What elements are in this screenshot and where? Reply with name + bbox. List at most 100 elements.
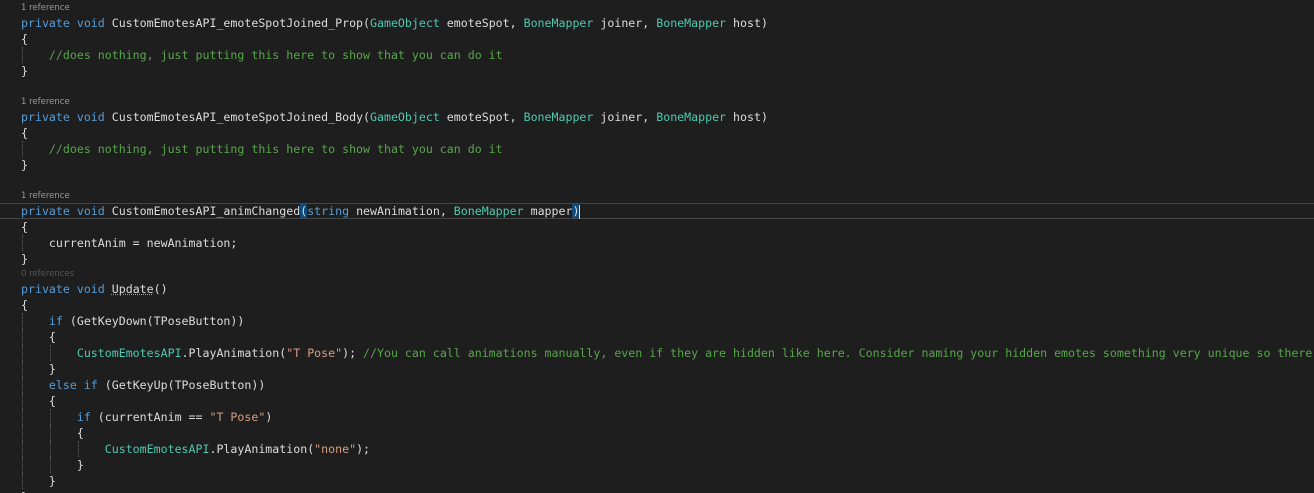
code-line[interactable]: private void CustomEmotesAPI_emoteSpotJo… — [0, 109, 1314, 125]
code-text: emoteSpot, — [439, 16, 524, 30]
indent-guide — [50, 457, 51, 473]
code-text: () — [153, 282, 168, 296]
indent-guide — [22, 457, 23, 473]
indent-guide — [22, 141, 23, 157]
codelens-references[interactable]: 1 reference — [0, 189, 1314, 203]
type-name: BoneMapper — [523, 16, 594, 30]
code-text: } — [21, 158, 28, 172]
code-text: ); — [342, 346, 364, 360]
code-text: host) — [726, 110, 768, 124]
type-name: CustomEmotesAPI — [76, 346, 182, 360]
indent-guide — [22, 377, 23, 393]
code-line[interactable] — [0, 173, 1314, 189]
code-line[interactable] — [0, 79, 1314, 95]
indent-guide — [78, 441, 79, 457]
indent-guide — [22, 47, 23, 63]
indent-guide — [22, 235, 23, 251]
indent-guide — [22, 329, 23, 345]
code-text: { — [21, 394, 56, 408]
keyword: else if — [48, 378, 98, 392]
code-line[interactable]: } — [0, 63, 1314, 79]
code-line[interactable]: CustomEmotesAPI.PlayAnimation("T Pose");… — [0, 345, 1314, 361]
code-line[interactable]: } — [0, 361, 1314, 377]
codelens-references[interactable]: 1 reference — [0, 95, 1314, 109]
code-line[interactable]: } — [0, 251, 1314, 267]
code-text: { — [21, 426, 84, 440]
code-text: joiner, — [593, 16, 657, 30]
type-name: GameObject — [370, 16, 440, 30]
code-text: joiner, — [593, 110, 657, 124]
code-text: { — [21, 330, 56, 344]
keyword: private void — [21, 282, 112, 296]
codelens-references[interactable]: 0 references — [0, 267, 1314, 281]
code-line[interactable]: CustomEmotesAPI.PlayAnimation("none"); — [0, 441, 1314, 457]
code-line[interactable]: if (GetKeyDown(TPoseButton)) — [0, 313, 1314, 329]
code-text: host) — [726, 16, 768, 30]
indent-guide — [22, 393, 23, 409]
type-name: CustomEmotesAPI — [104, 442, 210, 456]
code-text: currentAnim = newAnimation; — [21, 236, 238, 250]
code-line[interactable]: } — [0, 473, 1314, 489]
code-line[interactable]: private void CustomEmotesAPI_emoteSpotJo… — [0, 15, 1314, 31]
indent-guide — [22, 441, 23, 457]
code-text: CustomEmotesAPI_emoteSpotJoined_Prop( — [111, 16, 371, 30]
code-line[interactable]: } — [0, 457, 1314, 473]
type-name: BoneMapper — [656, 16, 727, 30]
codelens-references[interactable]: 1 reference — [0, 1, 1314, 15]
code-text: (currentAnim == — [90, 410, 210, 424]
code-text: { — [21, 126, 28, 140]
comment: //does nothing, just putting this here t… — [48, 48, 503, 62]
code-line[interactable]: { — [0, 219, 1314, 235]
type-name: BoneMapper — [656, 110, 727, 124]
code-editor[interactable]: 1 reference private void CustomEmotesAPI_… — [0, 0, 1314, 493]
code-text: { — [21, 32, 28, 46]
string-literal: "T Pose" — [286, 346, 343, 360]
type-name: GameObject — [370, 110, 440, 124]
code-text: } — [21, 64, 28, 78]
code-line[interactable]: } — [0, 489, 1314, 493]
keyword: string — [307, 204, 350, 218]
text-caret — [579, 204, 581, 219]
code-text: ) — [265, 410, 273, 424]
string-literal: "T Pose" — [209, 410, 266, 424]
code-text: { — [21, 298, 28, 312]
indent-guide — [22, 345, 23, 361]
code-line[interactable]: } — [0, 157, 1314, 173]
code-line[interactable]: //does nothing, just putting this here t… — [0, 47, 1314, 63]
code-line-current[interactable]: private void CustomEmotesAPI_animChanged… — [0, 203, 1314, 219]
code-line[interactable]: currentAnim = newAnimation; — [0, 235, 1314, 251]
indent-guide — [50, 345, 51, 361]
indent-guide — [22, 361, 23, 377]
keyword: if — [76, 410, 91, 424]
string-literal: "none" — [314, 442, 357, 456]
code-line[interactable]: if (currentAnim == "T Pose") — [0, 409, 1314, 425]
code-text: } — [21, 474, 56, 488]
code-text: } — [21, 252, 28, 266]
indent-guide — [50, 441, 51, 457]
brace-match: ) — [572, 204, 580, 218]
code-text: ); — [356, 442, 371, 456]
type-name: BoneMapper — [453, 204, 524, 218]
indent-guide — [22, 409, 23, 425]
code-line[interactable]: { — [0, 31, 1314, 47]
code-line[interactable]: else if (GetKeyUp(TPoseButton)) — [0, 377, 1314, 393]
code-line[interactable]: { — [0, 393, 1314, 409]
code-text: } — [21, 362, 56, 376]
code-line[interactable]: private void Update() — [0, 281, 1314, 297]
code-line[interactable]: //does nothing, just putting this here t… — [0, 141, 1314, 157]
keyword: private void — [21, 16, 112, 30]
comment: //You can call animations manually, even… — [363, 346, 1313, 360]
code-text: .PlayAnimation( — [181, 346, 287, 360]
method-name: Update — [111, 282, 154, 296]
code-line[interactable]: { — [0, 297, 1314, 313]
code-line[interactable]: { — [0, 329, 1314, 345]
type-name: BoneMapper — [523, 110, 594, 124]
code-text: .PlayAnimation( — [209, 442, 315, 456]
code-line[interactable]: { — [0, 125, 1314, 141]
code-text: CustomEmotesAPI_animChanged — [111, 204, 301, 218]
code-line[interactable]: { — [0, 425, 1314, 441]
comment: //does nothing, just putting this here t… — [48, 142, 503, 156]
